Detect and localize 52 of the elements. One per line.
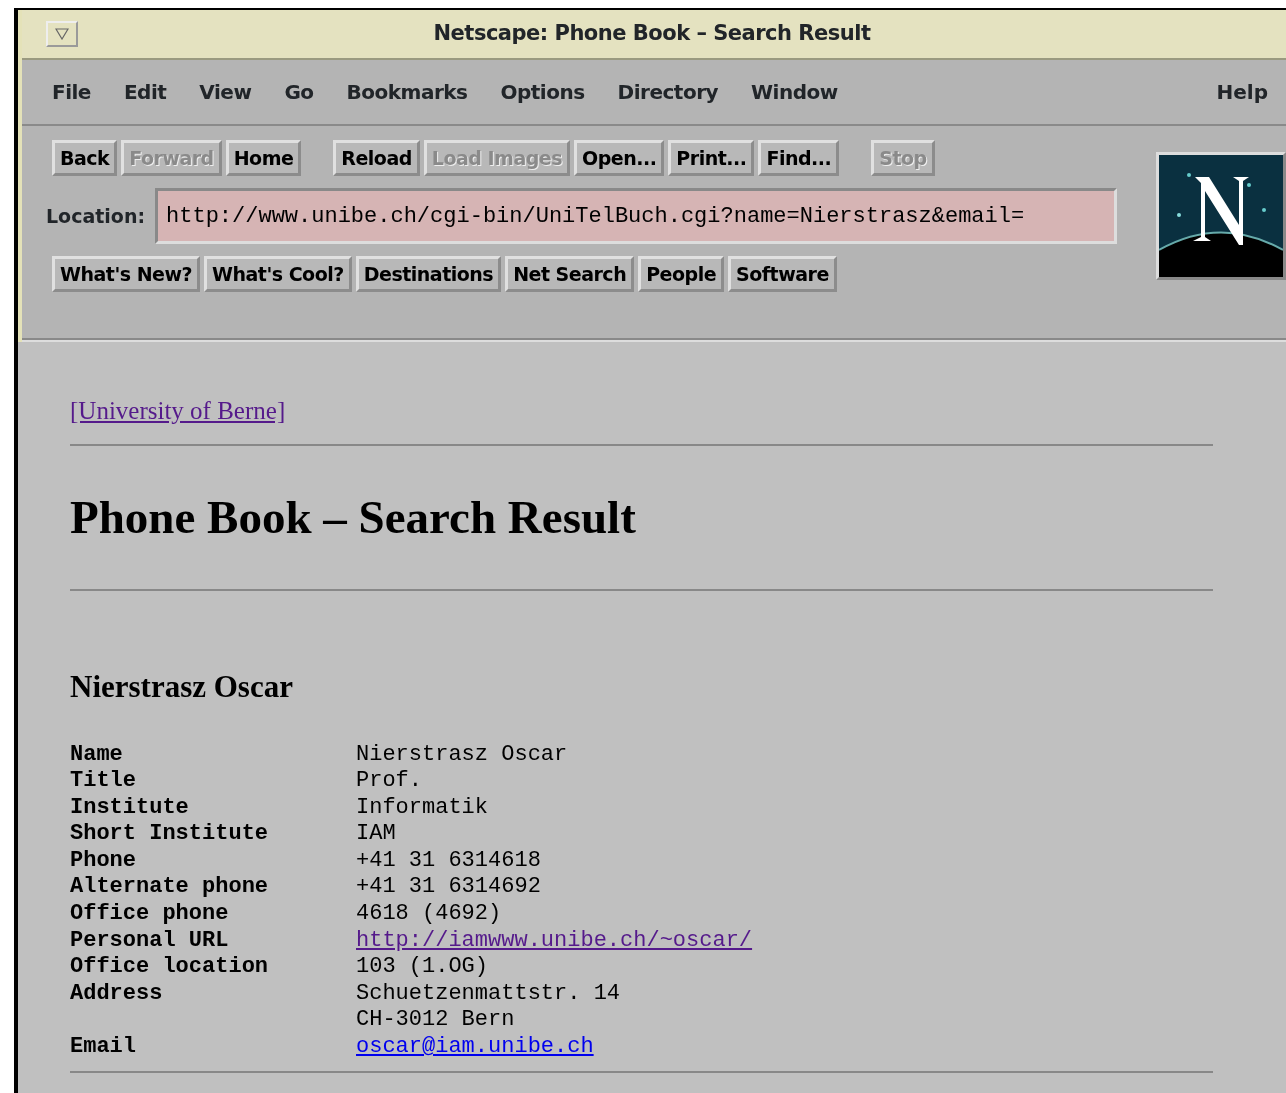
field-value: IAM <box>356 821 397 848</box>
field-label: Office location <box>70 954 270 981</box>
person-name: Nierstrasz Oscar <box>70 670 294 702</box>
field-link[interactable]: oscar@iam.unibe.ch <box>356 1034 594 1060</box>
menu-item[interactable]: Go <box>284 77 314 107</box>
toolbar-button[interactable]: Print... <box>668 139 755 177</box>
field-label: Title <box>70 768 137 795</box>
directory-button[interactable]: What's New? <box>52 255 200 293</box>
field-label: Personal URL <box>70 927 230 955</box>
field-label: Short Institute <box>70 821 270 848</box>
field-value: CH-3012 Bern <box>356 1007 516 1035</box>
menu-item[interactable]: Edit <box>123 77 167 107</box>
menu-item[interactable]: File <box>52 77 91 107</box>
triangle-icon <box>55 28 69 40</box>
directory-button[interactable]: Net Search <box>505 255 635 293</box>
field-value: Schuetzenmattstr. 14 <box>356 980 622 1008</box>
university-link[interactable]: [University of Berne] <box>70 397 286 424</box>
location-label: Location: <box>46 203 146 229</box>
field-value: +41 31 6314618 <box>356 847 542 875</box>
menu-item[interactable]: Help <box>1216 77 1268 107</box>
location-field[interactable]: http://www.unibe.ch/cgi-bin/UniTelBuch.cgi?name=Nierstrasz&email= <box>155 188 1118 244</box>
field-label: Email <box>70 1034 137 1061</box>
field-value: 4618 (4692) <box>356 901 503 928</box>
field-link[interactable]: http://iamwww.unibe.ch/~oscar/ <box>356 927 753 953</box>
toolbar-button[interactable]: Open... <box>574 139 665 177</box>
window-title: Netscape: Phone Book – Search Result <box>432 20 872 48</box>
menu-item[interactable]: View <box>199 77 252 107</box>
field-value: Prof. <box>356 768 423 795</box>
directory-button[interactable]: Software <box>728 255 837 293</box>
field-label: Alternate phone <box>70 874 270 902</box>
toolbar-button[interactable]: Home <box>225 139 302 177</box>
menu-item[interactable]: Directory <box>617 77 719 107</box>
menu-item[interactable]: Window <box>751 77 838 107</box>
directory-button[interactable]: Destinations <box>355 255 502 293</box>
field-label: Address <box>70 980 164 1008</box>
window-menu-button[interactable] <box>46 21 78 47</box>
directory-button[interactable]: What's Cool? <box>204 255 352 293</box>
toolbar-button[interactable]: Back <box>52 139 118 177</box>
field-label: Phone <box>70 847 137 875</box>
field-label: Office phone <box>70 901 230 928</box>
menu-item[interactable]: Bookmarks <box>346 77 468 107</box>
field-label: Institute <box>70 794 190 822</box>
menu-item[interactable]: Options <box>500 77 585 107</box>
field-value: Nierstrasz Oscar <box>356 741 569 769</box>
field-value: Informatik <box>356 794 490 822</box>
page-heading: Phone Book – Search Result <box>70 493 637 541</box>
directory-button[interactable]: People <box>638 255 725 293</box>
toolbar-button[interactable]: Reload <box>333 139 420 177</box>
field-value: 103 (1.OG) <box>356 954 490 981</box>
toolbar-button[interactable]: Find... <box>758 139 840 177</box>
field-value: +41 31 6314692 <box>356 874 542 902</box>
field-label: Name <box>70 741 124 769</box>
